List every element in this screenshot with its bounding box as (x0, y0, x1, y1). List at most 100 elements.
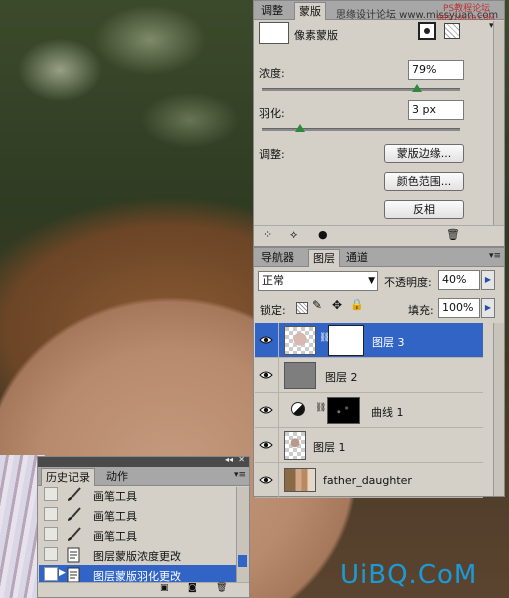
opacity-label: 不透明度: (384, 276, 432, 289)
snapshot-checkbox[interactable] (44, 567, 58, 581)
document-icon (67, 547, 80, 563)
new-snapshot-icon[interactable]: ◙ (188, 583, 197, 593)
blend-mode-select[interactable]: 正常 ▼ (258, 271, 378, 291)
density-slider-knob[interactable] (412, 84, 422, 92)
snapshot-checkbox[interactable] (44, 487, 58, 501)
layer-name: 曲线 1 (371, 406, 404, 419)
layer-row[interactable]: ⛓ 曲线 1 (255, 393, 483, 428)
history-item[interactable]: 图层蒙版浓度更改 (39, 545, 237, 565)
fill-arrow-icon[interactable]: ▶ (481, 298, 495, 318)
history-item-label: 画笔工具 (93, 510, 137, 523)
snapshot-checkbox[interactable] (44, 527, 58, 541)
eye-icon[interactable] (259, 369, 273, 381)
layer-row[interactable]: father_daughter (255, 463, 483, 498)
fill-label: 填充: (408, 304, 434, 317)
feather-slider-track[interactable] (262, 128, 460, 131)
layer-mask-thumbnail[interactable] (328, 325, 364, 356)
layer-thumbnail (284, 326, 316, 355)
eye-icon[interactable] (259, 439, 273, 451)
layer-thumbnail (284, 468, 316, 492)
brush-icon (68, 527, 81, 541)
history-item[interactable]: 画笔工具 (39, 525, 237, 545)
delete-mask-icon[interactable]: 🗑 (446, 228, 460, 241)
panel-menu-icon[interactable]: ▾≡ (234, 470, 246, 480)
history-scrollbar[interactable] (236, 487, 249, 583)
fill-field[interactable]: 100% (438, 298, 480, 318)
eye-icon[interactable] (259, 334, 273, 346)
layers-panel-tabs: 导航器 图层 通道 ▾≡ (254, 248, 504, 267)
density-slider-track[interactable] (262, 88, 460, 91)
tab-adjustments[interactable]: 调整 (257, 2, 287, 19)
mask-edge-button[interactable]: 蒙版边缘... (384, 144, 464, 163)
eye-icon[interactable] (259, 474, 273, 486)
pixel-mask-icon[interactable] (418, 22, 436, 40)
mask-link-icon[interactable]: ⛓ (315, 403, 326, 413)
history-item-label: 图层蒙版羽化更改 (93, 570, 181, 583)
vector-mask-icon[interactable] (444, 23, 460, 39)
tab-layers[interactable]: 图层 (308, 249, 340, 267)
eye-icon[interactable] (259, 404, 273, 416)
eye-column (255, 358, 279, 392)
layer-row[interactable]: 图层 1 (255, 428, 483, 463)
ps-logo-subtext: BBS.16XX8.COM (437, 14, 495, 22)
close-icon[interactable]: ✕ (238, 455, 245, 464)
scrollbar-thumb[interactable] (238, 555, 247, 567)
tab-channels[interactable]: 通道 (342, 249, 372, 266)
layer-thumbnail (284, 362, 316, 389)
blend-mode-value: 正常 (262, 274, 284, 287)
disable-mask-icon[interactable]: ● (318, 228, 328, 241)
layer-mask-thumbnail[interactable] (327, 397, 360, 424)
tab-masks[interactable]: 蒙版 (294, 2, 326, 20)
eye-column (255, 393, 279, 427)
feather-field[interactable]: 3 px (408, 100, 464, 120)
mask-thumbnail (259, 22, 289, 44)
layers-scrollbar[interactable] (493, 323, 504, 496)
history-item[interactable]: ▶ 图层蒙版羽化更改 (39, 565, 237, 583)
feather-slider-knob[interactable] (295, 124, 305, 132)
history-panel-tabs: 历史记录 动作 ▾≡ (38, 467, 249, 486)
tab-navigator[interactable]: 导航器 (257, 249, 298, 266)
history-item[interactable]: 画笔工具 (39, 505, 237, 525)
history-item-label: 画笔工具 (93, 490, 137, 503)
document-icon (67, 567, 80, 583)
layer-row[interactable]: ⛓ 图层 3 (255, 323, 483, 358)
lock-move-icon[interactable]: ✥ (332, 298, 342, 312)
eye-column (255, 323, 279, 357)
tab-history[interactable]: 历史记录 (41, 468, 95, 486)
density-field[interactable]: 79% (408, 60, 464, 80)
apply-mask-icon[interactable]: ⟡ (290, 228, 297, 242)
site-logo-watermark: UiBQ.CoM (340, 560, 478, 590)
ps-logo-text: PS教程论坛 (443, 4, 491, 14)
history-item-label: 画笔工具 (93, 530, 137, 543)
adjustment-layer-icon (291, 402, 305, 416)
collapse-icon[interactable]: ◂◂ (225, 455, 233, 464)
invert-button[interactable]: 反相 (384, 200, 464, 219)
layer-thumbnail (284, 431, 306, 460)
refine-label: 调整: (259, 148, 285, 161)
opacity-arrow-icon[interactable]: ▶ (481, 270, 495, 290)
history-title-bar: ◂◂ ✕ (38, 455, 249, 467)
history-item-label: 图层蒙版浓度更改 (93, 550, 181, 563)
lock-paint-icon[interactable]: ✎ (312, 298, 322, 312)
feather-label: 羽化: (259, 107, 285, 120)
brush-icon (68, 487, 81, 501)
lock-transparent-icon[interactable] (296, 302, 308, 314)
mask-type-label: 像素蒙版 (294, 29, 338, 42)
ps-logo-watermark: PS教程论坛 (443, 1, 490, 14)
new-document-icon[interactable]: ▣ (160, 583, 169, 593)
snapshot-checkbox[interactable] (44, 507, 58, 521)
snapshot-checkbox[interactable] (44, 547, 58, 561)
tab-actions[interactable]: 动作 (102, 468, 132, 485)
color-range-button[interactable]: 颜色范围... (384, 172, 464, 191)
delete-history-icon[interactable]: 🗑 (216, 583, 227, 593)
lock-all-icon[interactable]: 🔒 (350, 298, 364, 311)
history-panel: ◂◂ ✕ 历史记录 动作 ▾≡ 画笔工具 画笔工具 画笔工具 图层蒙版浓度更改 (37, 455, 250, 598)
history-item[interactable]: 画笔工具 (39, 487, 237, 505)
panel-menu-icon[interactable]: ▾≡ (489, 251, 501, 261)
density-label: 浓度: (259, 67, 285, 80)
opacity-field[interactable]: 40% (438, 270, 480, 290)
load-selection-icon[interactable]: ⁘ (263, 228, 272, 241)
layer-row[interactable]: 图层 2 (255, 358, 483, 393)
mask-panel-footer: ⁘ ⟡ ● 🗑 (254, 225, 504, 246)
scrollbar[interactable] (493, 21, 504, 226)
